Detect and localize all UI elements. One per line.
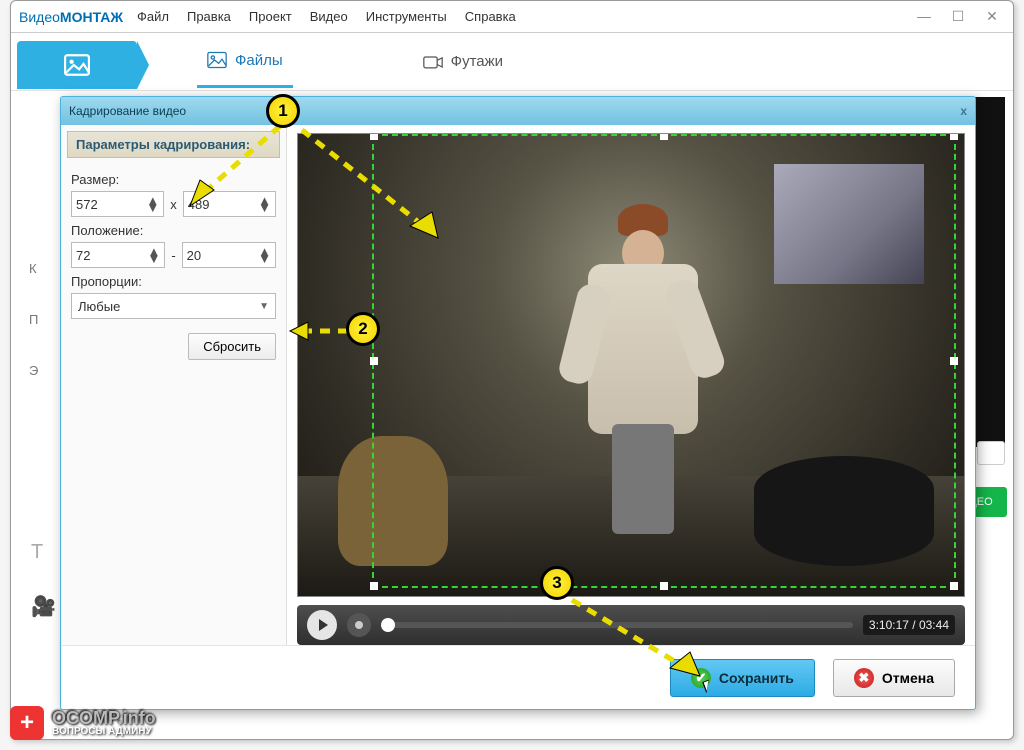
callout-1: 1 xyxy=(266,94,300,128)
seek-track[interactable] xyxy=(381,622,853,628)
watermark: + OCOMP.info ВОПРОСЫ АДМИНУ xyxy=(10,706,156,740)
tab-files-label: Файлы xyxy=(235,52,283,69)
picture-icon xyxy=(207,51,227,69)
app-logo: ВидеоМОНТАЖ xyxy=(19,9,123,25)
cancel-icon: ✖ xyxy=(854,668,874,688)
callout-3: 3 xyxy=(540,566,574,600)
spinner-icon[interactable]: ▲▼ xyxy=(147,248,160,262)
pos-y-input[interactable]: 20 ▲▼ xyxy=(182,242,276,268)
height-value: 489 xyxy=(188,197,210,212)
size-label: Размер: xyxy=(71,172,276,187)
panel-heading: Параметры кадрирования: xyxy=(67,131,280,158)
spinner-icon[interactable]: ▲▼ xyxy=(146,197,159,211)
play-button[interactable] xyxy=(307,610,337,640)
tab-footages[interactable]: Футажи xyxy=(413,35,513,88)
save-button[interactable]: ✔ Сохранить xyxy=(670,659,815,697)
seek-knob[interactable] xyxy=(381,618,395,632)
height-input[interactable]: 489 ▲▼ xyxy=(183,191,276,217)
spinner-icon[interactable]: ▲▼ xyxy=(258,248,271,262)
crop-handle[interactable] xyxy=(370,582,378,590)
maximize-button[interactable]: ☐ xyxy=(945,8,971,25)
aspect-select[interactable]: Любые ▼ xyxy=(71,293,276,319)
aspect-value: Любые xyxy=(78,299,120,314)
close-button[interactable]: ✕ xyxy=(979,8,1005,25)
menu-file[interactable]: Файл xyxy=(137,9,169,24)
menu-help[interactable]: Справка xyxy=(465,9,516,24)
play-icon xyxy=(319,619,328,631)
menu-video[interactable]: Видео xyxy=(310,9,348,24)
tab-files[interactable]: Файлы xyxy=(197,35,293,88)
image-icon xyxy=(64,54,90,76)
timecode: 3:10:17 / 03:44 xyxy=(863,615,955,635)
crop-handle[interactable] xyxy=(660,133,668,140)
titlebar: ВидеоМОНТАЖ Файл Правка Проект Видео Инс… xyxy=(11,1,1013,33)
cursor-icon xyxy=(704,680,720,700)
pos-x-value: 72 xyxy=(76,248,90,263)
menu-edit[interactable]: Правка xyxy=(187,9,231,24)
crop-handle[interactable] xyxy=(370,133,378,140)
callout-2: 2 xyxy=(346,312,380,346)
aspect-label: Пропорции: xyxy=(71,274,276,289)
crop-handle[interactable] xyxy=(370,357,378,365)
camera-icon xyxy=(423,53,443,71)
dialog-titlebar[interactable]: Кадрирование видео x xyxy=(61,97,975,125)
main-menu: Файл Правка Проект Видео Инструменты Спр… xyxy=(137,9,516,24)
crop-handle[interactable] xyxy=(950,582,958,590)
position-label: Положение: xyxy=(71,223,276,238)
player-bar: 3:10:17 / 03:44 xyxy=(297,605,965,645)
window-controls: — ☐ ✕ xyxy=(911,8,1005,25)
camera-tool-icon[interactable]: 🎥 xyxy=(31,594,56,619)
menu-project[interactable]: Проект xyxy=(249,9,292,24)
crop-settings-panel: Параметры кадрирования: Размер: 572 ▲▼ x… xyxy=(61,125,287,645)
chevron-down-icon: ▼ xyxy=(259,301,269,312)
crop-rectangle[interactable] xyxy=(372,134,956,588)
width-value: 572 xyxy=(76,197,98,212)
menu-tools[interactable]: Инструменты xyxy=(366,9,447,24)
text-tool-icon[interactable]: T xyxy=(31,541,56,564)
reset-button[interactable]: Сбросить xyxy=(188,333,276,360)
crop-dialog: Кадрирование видео x Параметры кадрирова… xyxy=(60,96,976,710)
pos-y-value: 20 xyxy=(187,248,201,263)
stop-button[interactable] xyxy=(347,613,371,637)
crop-handle[interactable] xyxy=(950,133,958,140)
plus-icon: + xyxy=(10,706,44,740)
width-input[interactable]: 572 ▲▼ xyxy=(71,191,164,217)
left-panel-labels: КПЭ xyxy=(29,261,38,378)
crop-handle[interactable] xyxy=(950,357,958,365)
video-preview[interactable] xyxy=(297,133,965,597)
cancel-button[interactable]: ✖ Отмена xyxy=(833,659,955,697)
tab-footages-label: Футажи xyxy=(451,53,503,70)
save-label: Сохранить xyxy=(719,670,794,686)
dialog-title: Кадрирование видео xyxy=(69,104,186,118)
stop-icon xyxy=(355,621,363,629)
dialog-close-button[interactable]: x xyxy=(960,104,967,118)
crop-handle[interactable] xyxy=(660,582,668,590)
cancel-label: Отмена xyxy=(882,670,934,686)
pos-x-input[interactable]: 72 ▲▼ xyxy=(71,242,165,268)
mode-image-tab[interactable] xyxy=(17,41,137,89)
minimize-button[interactable]: — xyxy=(911,8,937,25)
spinner-icon[interactable]: ▲▼ xyxy=(258,197,271,211)
